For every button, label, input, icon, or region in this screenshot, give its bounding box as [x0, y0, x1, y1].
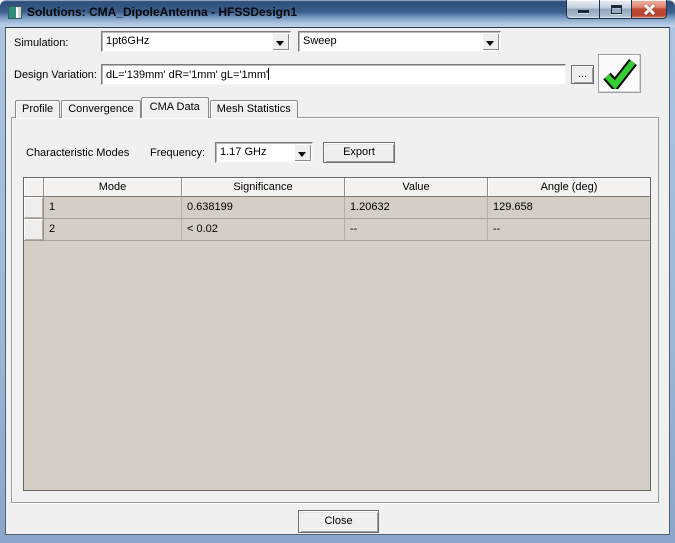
modes-table: Mode Significance Value Angle (deg) 1 0.… — [23, 177, 651, 491]
minimize-button[interactable] — [566, 0, 599, 19]
tab-strip: Profile Convergence CMA Data Mesh Statis… — [15, 97, 299, 118]
design-variation-value: dL='139mm' dR='1mm' gL='1mm' — [106, 69, 269, 81]
table-cell-significance[interactable]: 0.638199 — [182, 197, 345, 219]
table-cell-mode[interactable]: 2 — [44, 219, 182, 241]
table-empty-area — [24, 241, 650, 490]
export-button[interactable]: Export — [323, 142, 395, 163]
characteristic-modes-label: Characteristic Modes — [26, 147, 130, 159]
table-cell-angle[interactable]: 129.658 — [488, 197, 650, 219]
valid-variation-indicator — [598, 54, 641, 93]
dialog-client-area: Simulation: 1pt6GHz Sweep Design Variati… — [5, 27, 670, 535]
simulation-sweep-combobox[interactable]: Sweep — [298, 31, 501, 52]
table-cell-value[interactable]: -- — [345, 219, 488, 241]
titlebar[interactable]: Solutions: CMA_DipoleAntenna - HFSSDesig… — [0, 0, 675, 27]
close-icon — [643, 4, 655, 15]
tab-profile[interactable]: Profile — [15, 100, 61, 118]
table-corner-cell[interactable] — [24, 178, 44, 197]
table-cell-mode[interactable]: 1 — [44, 197, 182, 219]
design-variation-input[interactable]: dL='139mm' dR='1mm' gL='1mm' — [101, 64, 566, 85]
column-header-value[interactable]: Value — [345, 178, 488, 197]
simulation-sweep-dropdown-button[interactable] — [482, 33, 499, 50]
simulation-setup-dropdown-button[interactable] — [272, 33, 289, 50]
frequency-value: 1.17 GHz — [220, 146, 267, 158]
frequency-dropdown-button[interactable] — [294, 144, 311, 161]
caption-buttons — [566, 0, 667, 19]
chevron-down-icon — [276, 41, 284, 46]
app-icon — [8, 6, 22, 19]
chevron-down-icon — [298, 152, 306, 157]
row-selector[interactable] — [24, 197, 44, 219]
tab-mesh-statistics[interactable]: Mesh Statistics — [209, 100, 298, 118]
design-variation-label: Design Variation: — [14, 69, 97, 81]
close-button[interactable]: Close — [298, 510, 379, 533]
frequency-combobox[interactable]: 1.17 GHz — [215, 142, 313, 163]
simulation-setup-combobox[interactable]: 1pt6GHz — [101, 31, 291, 52]
simulation-setup-value: 1pt6GHz — [106, 35, 150, 47]
solutions-dialog: Solutions: CMA_DipoleAntenna - HFSSDesig… — [0, 0, 675, 543]
column-header-significance[interactable]: Significance — [182, 178, 345, 197]
maximize-icon — [611, 5, 622, 14]
table-cell-value[interactable]: 1.20632 — [345, 197, 488, 219]
tab-cma-data[interactable]: CMA Data — [140, 97, 209, 118]
column-header-angle[interactable]: Angle (deg) — [488, 178, 650, 197]
window-title: Solutions: CMA_DipoleAntenna - HFSSDesig… — [27, 5, 298, 19]
column-header-mode[interactable]: Mode — [44, 178, 182, 197]
tab-convergence[interactable]: Convergence — [61, 100, 141, 118]
frequency-label: Frequency: — [150, 147, 206, 159]
minimize-icon — [578, 10, 589, 13]
simulation-sweep-value: Sweep — [303, 35, 337, 47]
table-cell-angle[interactable]: -- — [488, 219, 650, 241]
chevron-down-icon — [486, 41, 494, 46]
table-cell-significance[interactable]: < 0.02 — [182, 219, 345, 241]
close-window-button[interactable] — [632, 0, 667, 19]
green-checkmark-icon — [603, 59, 637, 89]
row-selector[interactable] — [24, 219, 44, 241]
design-variation-browse-button[interactable]: ... — [571, 65, 594, 84]
simulation-label: Simulation: — [14, 37, 69, 49]
maximize-button[interactable] — [599, 0, 632, 19]
text-caret — [268, 68, 270, 80]
